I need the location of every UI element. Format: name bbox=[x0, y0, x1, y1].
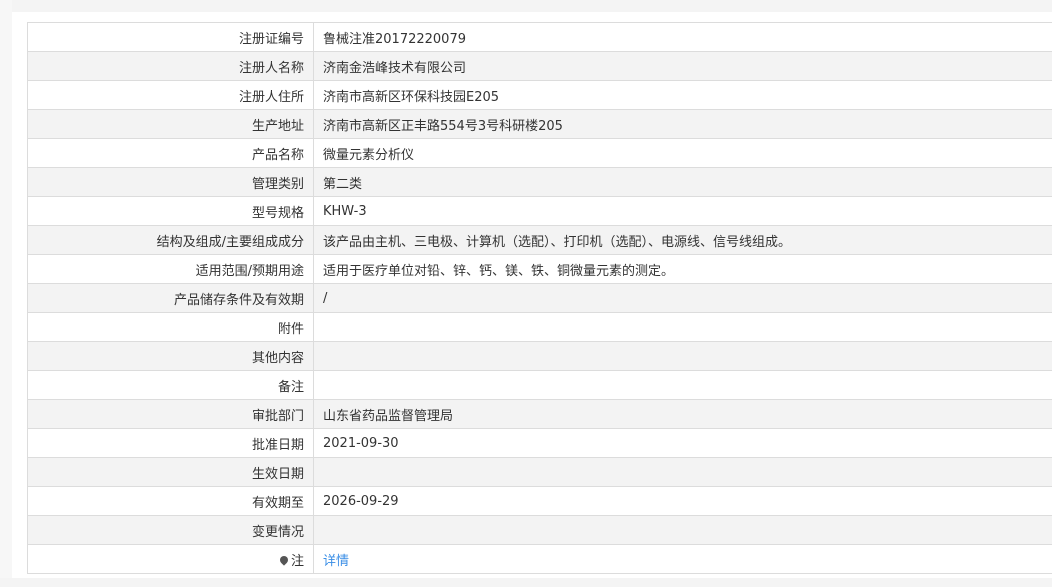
row-value bbox=[313, 515, 1052, 545]
row-value: 济南金浩峰技术有限公司 bbox=[313, 51, 1052, 81]
row-value: 微量元素分析仪 bbox=[313, 138, 1052, 168]
row-label: 其他内容 bbox=[27, 341, 314, 371]
row-label: 结构及组成/主要组成成分 bbox=[27, 225, 314, 255]
row-label: 注册人住所 bbox=[27, 80, 314, 110]
row-label: 备注 bbox=[27, 370, 314, 400]
registration-detail-table: 注册证编号 鲁械注准20172220079 注册人名称 济南金浩峰技术有限公司 … bbox=[27, 22, 1052, 574]
row-label: 注册人名称 bbox=[27, 51, 314, 81]
note-label-cell: 注 bbox=[27, 544, 314, 574]
table-row: 变更情况 bbox=[27, 515, 1052, 545]
left-margin bbox=[0, 0, 12, 587]
row-label: 适用范围/预期用途 bbox=[27, 254, 314, 284]
table-row: 生产地址 济南市高新区正丰路554号3号科研楼205 bbox=[27, 109, 1052, 139]
table-row: 产品储存条件及有效期 / bbox=[27, 283, 1052, 313]
row-value bbox=[313, 341, 1052, 371]
row-value: 适用于医疗单位对铅、锌、钙、镁、铁、铜微量元素的测定。 bbox=[313, 254, 1052, 284]
table-row: 注册人住所 济南市高新区环保科技园E205 bbox=[27, 80, 1052, 110]
details-link[interactable]: 详情 bbox=[323, 554, 349, 569]
table-row: 批准日期 2021-09-30 bbox=[27, 428, 1052, 458]
row-label: 型号规格 bbox=[27, 196, 314, 226]
table-row: 管理类别 第二类 bbox=[27, 167, 1052, 197]
table-row: 注册证编号 鲁械注准20172220079 bbox=[27, 22, 1052, 52]
table-row: 其他内容 bbox=[27, 341, 1052, 371]
row-value: 济南市高新区正丰路554号3号科研楼205 bbox=[313, 109, 1052, 139]
table-row: 审批部门 山东省药品监督管理局 bbox=[27, 399, 1052, 429]
row-label: 管理类别 bbox=[27, 167, 314, 197]
bottom-margin bbox=[0, 578, 1052, 587]
row-label: 有效期至 bbox=[27, 486, 314, 516]
table-row: 型号规格 KHW-3 bbox=[27, 196, 1052, 226]
table-row: 附件 bbox=[27, 312, 1052, 342]
row-label: 产品名称 bbox=[27, 138, 314, 168]
top-margin bbox=[0, 0, 1052, 12]
table-row: 注册人名称 济南金浩峰技术有限公司 bbox=[27, 51, 1052, 81]
row-label: 注册证编号 bbox=[27, 22, 314, 52]
detail-page: 注册证编号 鲁械注准20172220079 注册人名称 济南金浩峰技术有限公司 … bbox=[0, 0, 1052, 587]
pin-icon bbox=[278, 553, 290, 566]
row-label: 变更情况 bbox=[27, 515, 314, 545]
table-row: 结构及组成/主要组成成分 该产品由主机、三电极、计算机（选配）、打印机（选配）、… bbox=[27, 225, 1052, 255]
row-label: 生效日期 bbox=[27, 457, 314, 487]
note-value-cell: 详情 bbox=[313, 544, 1052, 574]
row-label: 批准日期 bbox=[27, 428, 314, 458]
row-label: 附件 bbox=[27, 312, 314, 342]
row-value: KHW-3 bbox=[313, 196, 1052, 226]
row-value: 第二类 bbox=[313, 167, 1052, 197]
table-row: 适用范围/预期用途 适用于医疗单位对铅、锌、钙、镁、铁、铜微量元素的测定。 bbox=[27, 254, 1052, 284]
row-value: 2021-09-30 bbox=[313, 428, 1052, 458]
row-value: 2026-09-29 bbox=[313, 486, 1052, 516]
row-value bbox=[313, 457, 1052, 487]
table-row: 备注 bbox=[27, 370, 1052, 400]
note-label: 注 bbox=[290, 553, 304, 569]
row-value: 济南市高新区环保科技园E205 bbox=[313, 80, 1052, 110]
row-value: 该产品由主机、三电极、计算机（选配）、打印机（选配）、电源线、信号线组成。 bbox=[313, 225, 1052, 255]
note-row: 注 详情 bbox=[27, 544, 1052, 574]
row-value: 鲁械注准20172220079 bbox=[313, 22, 1052, 52]
row-label: 审批部门 bbox=[27, 399, 314, 429]
table-row: 生效日期 bbox=[27, 457, 1052, 487]
row-value: 山东省药品监督管理局 bbox=[313, 399, 1052, 429]
table-row: 有效期至 2026-09-29 bbox=[27, 486, 1052, 516]
row-label: 产品储存条件及有效期 bbox=[27, 283, 314, 313]
row-value: / bbox=[313, 283, 1052, 313]
table-row: 产品名称 微量元素分析仪 bbox=[27, 138, 1052, 168]
row-value bbox=[313, 312, 1052, 342]
row-label: 生产地址 bbox=[27, 109, 314, 139]
row-value bbox=[313, 370, 1052, 400]
